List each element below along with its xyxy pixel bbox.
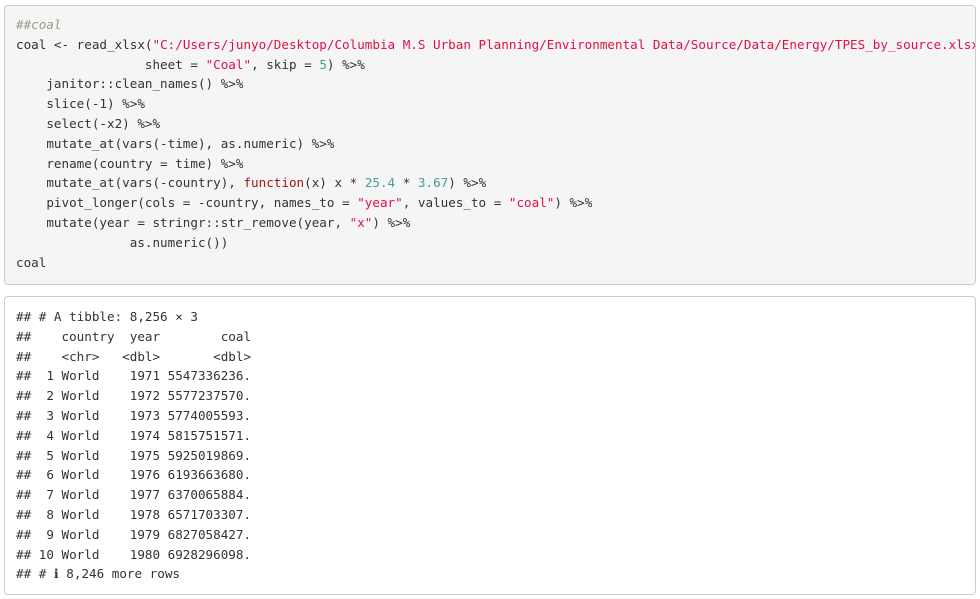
output-line: ## 8 World 1978 6571703307. xyxy=(16,506,252,522)
code-text: ) %>% xyxy=(554,195,593,211)
code-text: coal <- read_xlsx( xyxy=(16,36,153,52)
number-literal: 5 xyxy=(319,56,327,72)
code-line-7: rename(country = time) %>% xyxy=(16,155,244,171)
output-line: ## 2 World 1972 5577237570. xyxy=(16,388,252,404)
code-line-5: select(-x2) %>% xyxy=(16,115,161,131)
number-literal: 25.4 xyxy=(364,175,396,191)
code-text: , values_to = xyxy=(402,195,509,211)
keyword: function xyxy=(243,175,305,191)
output-chunk[interactable]: ## # A tibble: 8,256 × 3 ## country year … xyxy=(4,296,976,595)
string-literal: "x" xyxy=(349,214,373,230)
output-line: ## <chr> <dbl> <dbl> xyxy=(16,348,252,364)
code-text: , skip = xyxy=(251,56,320,72)
code-text: mutate_at(vars(-country), xyxy=(16,175,244,191)
output-line: ## 9 World 1979 6827058427. xyxy=(16,526,252,542)
output-line: ## 1 World 1971 5547336236. xyxy=(16,368,252,384)
code-line-8: mutate_at(vars(-country), function(x) x … xyxy=(16,173,965,193)
notebook-page: ##coal coal <- read_xlsx("C:/Users/junyo/… xyxy=(0,0,980,599)
code-line-11: as.numeric()) xyxy=(16,234,229,250)
comment-text: ##coal xyxy=(16,17,62,32)
code-line-6: mutate_at(vars(-time), as.numeric) %>% xyxy=(16,135,335,151)
output-line: ## 6 World 1976 6193663680. xyxy=(16,467,252,483)
output-line: ## country year coal xyxy=(16,328,252,344)
string-literal: "year" xyxy=(357,195,403,211)
output-line: ## # A tibble: 8,256 × 3 xyxy=(16,309,198,324)
string-literal: "coal" xyxy=(508,195,555,211)
string-literal: "C:/Users/junyo/Desktop/Columbia M.S Urb… xyxy=(152,36,976,52)
code-line-12: coal xyxy=(16,254,47,270)
output-line: ## 5 World 1975 5925019869. xyxy=(16,447,252,463)
code-line-3: janitor::clean_names() %>% xyxy=(16,76,244,92)
code-line-10: mutate(year = stringr::str_remove(year, … xyxy=(16,213,965,233)
output-line: ## 10 World 1980 6928296098. xyxy=(16,546,252,562)
code-text: ) %>% xyxy=(448,175,487,191)
code-line-9: pivot_longer(cols = -country, names_to =… xyxy=(16,193,965,213)
code-text: sheet = xyxy=(16,56,206,72)
string-literal: "Coal" xyxy=(205,56,252,72)
code-line-comment: ##coal xyxy=(16,15,965,35)
code-text: * xyxy=(395,175,418,191)
output-line: ## 4 World 1974 5815751571. xyxy=(16,427,252,443)
code-line-4: slice(-1) %>% xyxy=(16,96,145,112)
code-text: mutate(year = stringr::str_remove(year, xyxy=(16,214,350,230)
output-line: ## 3 World 1973 5774005593. xyxy=(16,407,252,423)
code-chunk[interactable]: ##coal coal <- read_xlsx("C:/Users/junyo/… xyxy=(4,5,976,285)
code-line-2: sheet = "Coal", skip = 5) %>% xyxy=(16,55,965,75)
output-line: ## # ℹ 8,246 more rows xyxy=(16,566,181,582)
output-line: ## 7 World 1977 6370065884. xyxy=(16,487,252,503)
number-literal: 3.67 xyxy=(417,175,449,191)
code-text: ) %>% xyxy=(372,214,411,230)
code-line-1: coal <- read_xlsx("C:/Users/junyo/Deskto… xyxy=(16,35,975,55)
code-text: pivot_longer(cols = -country, names_to = xyxy=(16,195,358,211)
code-text: ) %>% xyxy=(326,56,365,72)
code-text: (x) x * xyxy=(304,175,365,191)
